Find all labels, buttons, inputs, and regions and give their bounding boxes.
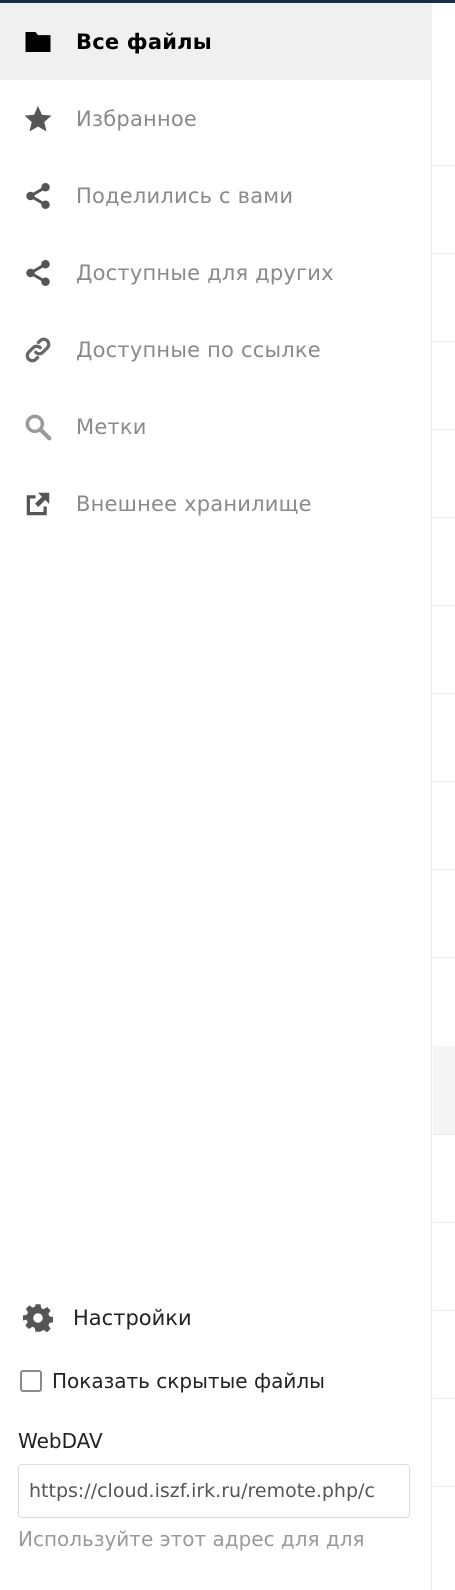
row-divider bbox=[433, 869, 455, 870]
row-divider bbox=[433, 957, 455, 958]
nav-item-shared-by-link[interactable]: Доступные по ссылке bbox=[0, 311, 431, 388]
row-divider bbox=[433, 1398, 455, 1399]
row-divider bbox=[433, 517, 455, 518]
link-icon bbox=[0, 335, 76, 365]
nav-item-label: Избранное bbox=[76, 106, 198, 131]
show-hidden-files-checkbox[interactable] bbox=[20, 1370, 42, 1392]
row-divider bbox=[433, 1134, 455, 1135]
nav-list: Все файлы Избранное Поделились с вами До… bbox=[0, 3, 431, 542]
row-divider bbox=[433, 253, 455, 254]
row-divider bbox=[433, 605, 455, 606]
nav-item-label: Метки bbox=[76, 414, 147, 439]
row-divider bbox=[433, 781, 455, 782]
row-divider bbox=[433, 1310, 455, 1311]
nav-item-external-storage[interactable]: Внешнее хранилище bbox=[0, 465, 431, 542]
row-divider bbox=[433, 429, 455, 430]
external-link-icon bbox=[0, 489, 76, 519]
webdav-help-text: Используйте этот адрес для для bbox=[18, 1527, 365, 1551]
settings-button[interactable]: Настройки bbox=[0, 1293, 432, 1343]
webdav-url-field[interactable] bbox=[18, 1464, 410, 1518]
nav-item-favorites[interactable]: Избранное bbox=[0, 80, 431, 157]
row-divider bbox=[433, 1486, 455, 1487]
share-icon bbox=[0, 181, 76, 211]
file-list-edge bbox=[433, 3, 455, 1590]
nav-item-shared-with-others[interactable]: Доступные для других bbox=[0, 234, 431, 311]
row-divider bbox=[433, 165, 455, 166]
settings-label: Настройки bbox=[73, 1306, 192, 1330]
share-icon bbox=[0, 258, 76, 288]
row-divider bbox=[433, 1222, 455, 1223]
nav-item-label: Поделились с вами bbox=[76, 183, 294, 208]
highlighted-row bbox=[433, 1046, 455, 1134]
nav-item-label: Внешнее хранилище bbox=[76, 491, 312, 516]
folder-icon bbox=[0, 27, 76, 57]
nav-item-label: Доступные для других bbox=[76, 260, 334, 285]
search-icon bbox=[0, 412, 76, 442]
nav-item-label: Доступные по ссылке bbox=[76, 337, 321, 362]
app-navigation: Все файлы Избранное Поделились с вами До… bbox=[0, 3, 432, 1590]
nav-item-all-files[interactable]: Все файлы bbox=[0, 3, 431, 80]
webdav-title: WebDAV bbox=[18, 1429, 103, 1453]
row-divider bbox=[433, 693, 455, 694]
nav-item-label: Все файлы bbox=[76, 29, 212, 54]
star-icon bbox=[0, 104, 76, 134]
gear-icon bbox=[0, 1303, 76, 1333]
show-hidden-files-option: Показать скрытые файлы bbox=[20, 1369, 325, 1393]
show-hidden-files-label[interactable]: Показать скрытые файлы bbox=[52, 1369, 325, 1393]
row-divider bbox=[433, 341, 455, 342]
nav-item-shared-with-you[interactable]: Поделились с вами bbox=[0, 157, 431, 234]
nav-item-tags[interactable]: Метки bbox=[0, 388, 431, 465]
